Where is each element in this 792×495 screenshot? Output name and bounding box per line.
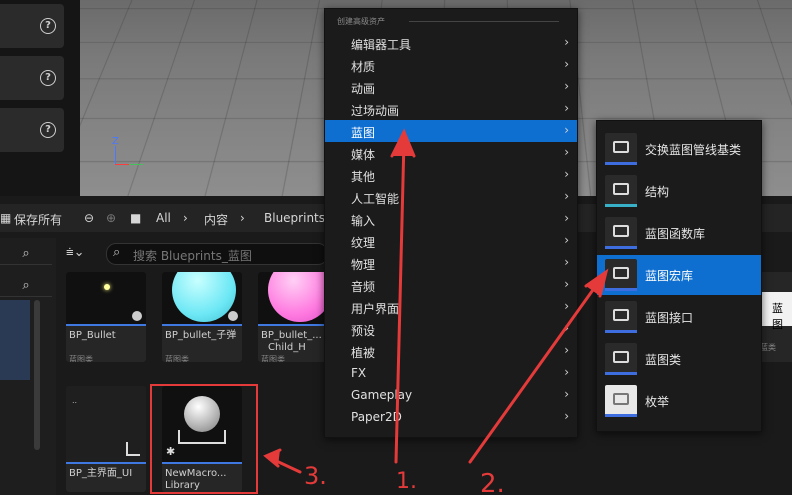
annotation-arrow-1 [394, 138, 406, 464]
annotation-overlay: 1. 2. 3. [263, 128, 609, 495]
annotation-arrowhead-3 [263, 448, 282, 468]
annotation-number-1: 1. [396, 469, 417, 494]
annotation-arrowhead-2 [584, 268, 609, 298]
annotation-arrowhead-1 [390, 128, 416, 158]
annotation-number-3: 3. [304, 462, 327, 490]
annotation-number-2: 2. [480, 469, 505, 495]
annotation-arrow-2 [468, 278, 602, 464]
